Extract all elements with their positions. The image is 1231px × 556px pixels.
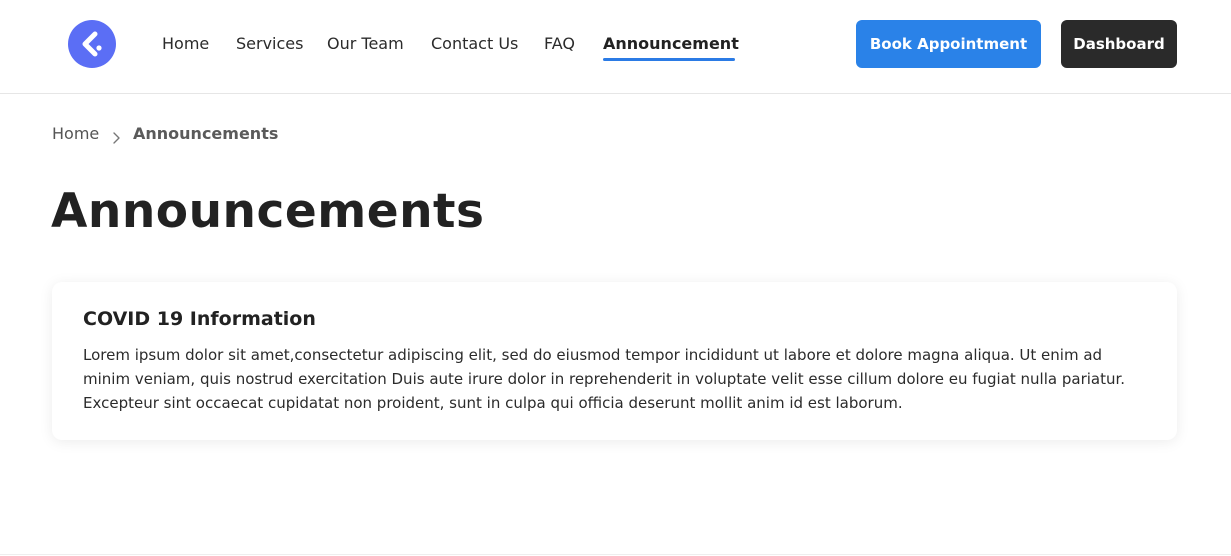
logo-icon[interactable]	[68, 20, 116, 68]
nav-announcement[interactable]: Announcement	[603, 34, 739, 54]
site-header: Home Services Our Team Contact Us FAQ An…	[0, 0, 1231, 94]
active-nav-underline	[603, 58, 735, 61]
announcement-body: Lorem ipsum dolor sit amet,consectetur a…	[83, 346, 1126, 412]
announcement-title: COVID 19 Information	[83, 308, 316, 330]
nav-contact-us[interactable]: Contact Us	[431, 34, 518, 54]
nav-home[interactable]: Home	[162, 34, 209, 54]
book-appointment-button[interactable]: Book Appointment	[856, 20, 1041, 68]
announcement-card: COVID 19 Information Lorem ipsum dolor s…	[52, 282, 1177, 440]
page-title: Announcements	[51, 184, 485, 239]
chevron-right-icon	[111, 129, 121, 149]
breadcrumb-home-link[interactable]: Home	[52, 124, 99, 144]
nav-faq[interactable]: FAQ	[544, 34, 575, 54]
breadcrumb-current: Announcements	[133, 124, 279, 143]
footer-divider	[0, 554, 1231, 555]
nav-services[interactable]: Services	[236, 34, 303, 54]
dashboard-button[interactable]: Dashboard	[1061, 20, 1177, 68]
nav-our-team[interactable]: Our Team	[327, 34, 404, 54]
